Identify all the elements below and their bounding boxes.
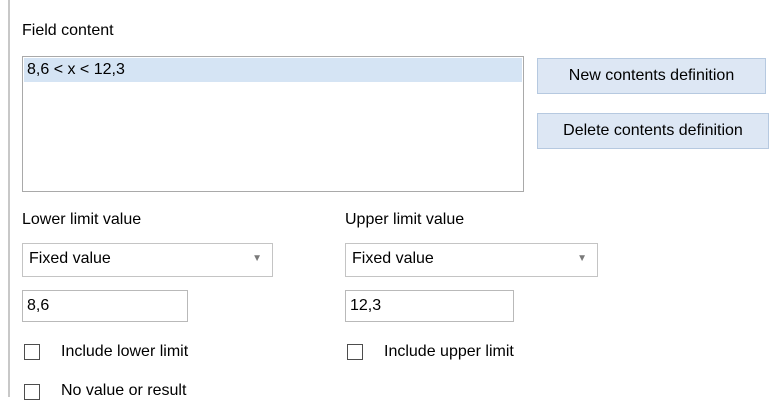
field-content-label: Field content [22,22,114,39]
include-lower-limit-checkbox[interactable] [24,344,40,360]
new-contents-definition-button[interactable]: New contents definition [537,58,766,94]
field-content-item[interactable]: 8,6 < x < 12,3 [24,58,522,82]
lower-limit-input[interactable] [22,290,188,322]
lower-limit-label: Lower limit value [22,211,142,228]
delete-contents-definition-button[interactable]: Delete contents definition [537,113,769,149]
upper-limit-input[interactable] [345,290,514,322]
include-upper-limit-checkbox[interactable] [347,344,363,360]
no-value-or-result-checkbox[interactable] [24,384,40,400]
upper-limit-label: Upper limit value [345,211,465,228]
chevron-down-icon: ▼ [577,253,587,264]
lower-limit-type-value: Fixed value [29,250,111,267]
no-value-or-result-label: No value or result [61,382,187,399]
chevron-down-icon: ▼ [252,253,262,264]
upper-limit-type-select[interactable]: Fixed value ▼ [345,243,598,277]
upper-limit-type-value: Fixed value [352,250,434,267]
include-upper-limit-label: Include upper limit [384,343,514,360]
panel-left-border [8,0,10,397]
lower-limit-type-select[interactable]: Fixed value ▼ [22,243,273,277]
include-lower-limit-label: Include lower limit [61,343,189,360]
field-content-listbox[interactable]: 8,6 < x < 12,3 [22,56,524,192]
